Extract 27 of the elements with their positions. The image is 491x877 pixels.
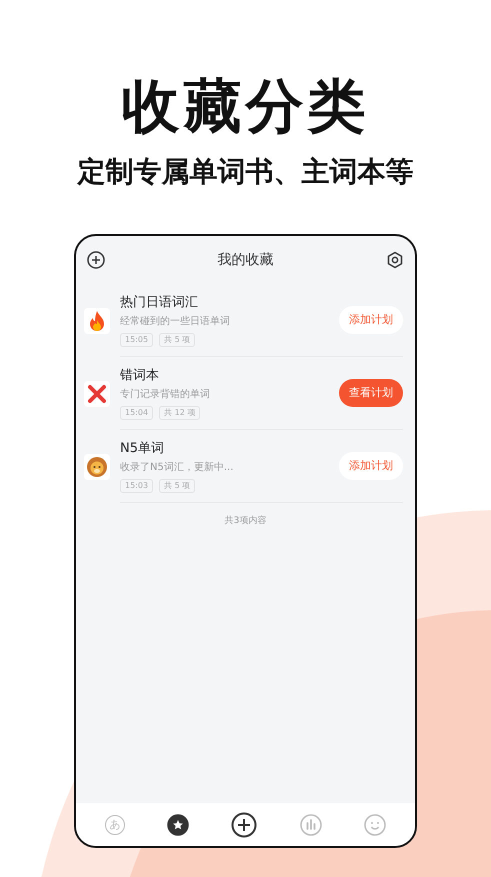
settings-icon[interactable] <box>386 251 404 269</box>
tab-button[interactable]: あ <box>105 814 126 834</box>
subheadline: 定制专属单词书、主词本等 <box>78 154 414 190</box>
count-tag: 共 5 项 <box>159 478 196 492</box>
item-title: 热门日语词汇 <box>120 294 199 312</box>
plan-button[interactable]: 查看计划 <box>339 379 403 407</box>
collection-item[interactable]: N5单词 收录了N5词汇，更新中... 15:03 共 5 项 添加计划 <box>76 430 415 503</box>
add-icon[interactable] <box>231 812 258 838</box>
count-tag: 共 12 项 <box>159 406 200 420</box>
star-tab-icon[interactable] <box>167 814 190 836</box>
item-description: 专门记录背错的单词 <box>120 388 211 402</box>
footer-count: 共3项内容 <box>224 515 266 528</box>
count-tag: 共 5 项 <box>159 332 196 346</box>
time-tag: 15:05 <box>120 332 154 346</box>
time-tag: 15:03 <box>120 478 154 492</box>
add-icon[interactable] <box>87 251 105 269</box>
plan-button[interactable]: 添加计划 <box>339 306 403 334</box>
screen-title: 我的收藏 <box>218 250 274 270</box>
time-tag: 15:04 <box>120 406 154 420</box>
headline: 收藏分类 <box>122 71 370 142</box>
collection-item[interactable]: 热门日语词汇 经常碰到的一些日语单词 15:05 共 5 项 添加计划 <box>76 284 415 357</box>
item-title: N5单词 <box>120 440 165 458</box>
item-title: 错词本 <box>120 366 160 384</box>
plan-button[interactable]: 添加计划 <box>339 452 403 480</box>
item-description: 收录了N5词汇，更新中... <box>120 460 234 474</box>
collection-item[interactable]: 错词本 专门记录背错的单词 15:04 共 12 项 查看计划 <box>76 357 415 430</box>
item-description: 经常碰到的一些日语单词 <box>120 314 231 328</box>
